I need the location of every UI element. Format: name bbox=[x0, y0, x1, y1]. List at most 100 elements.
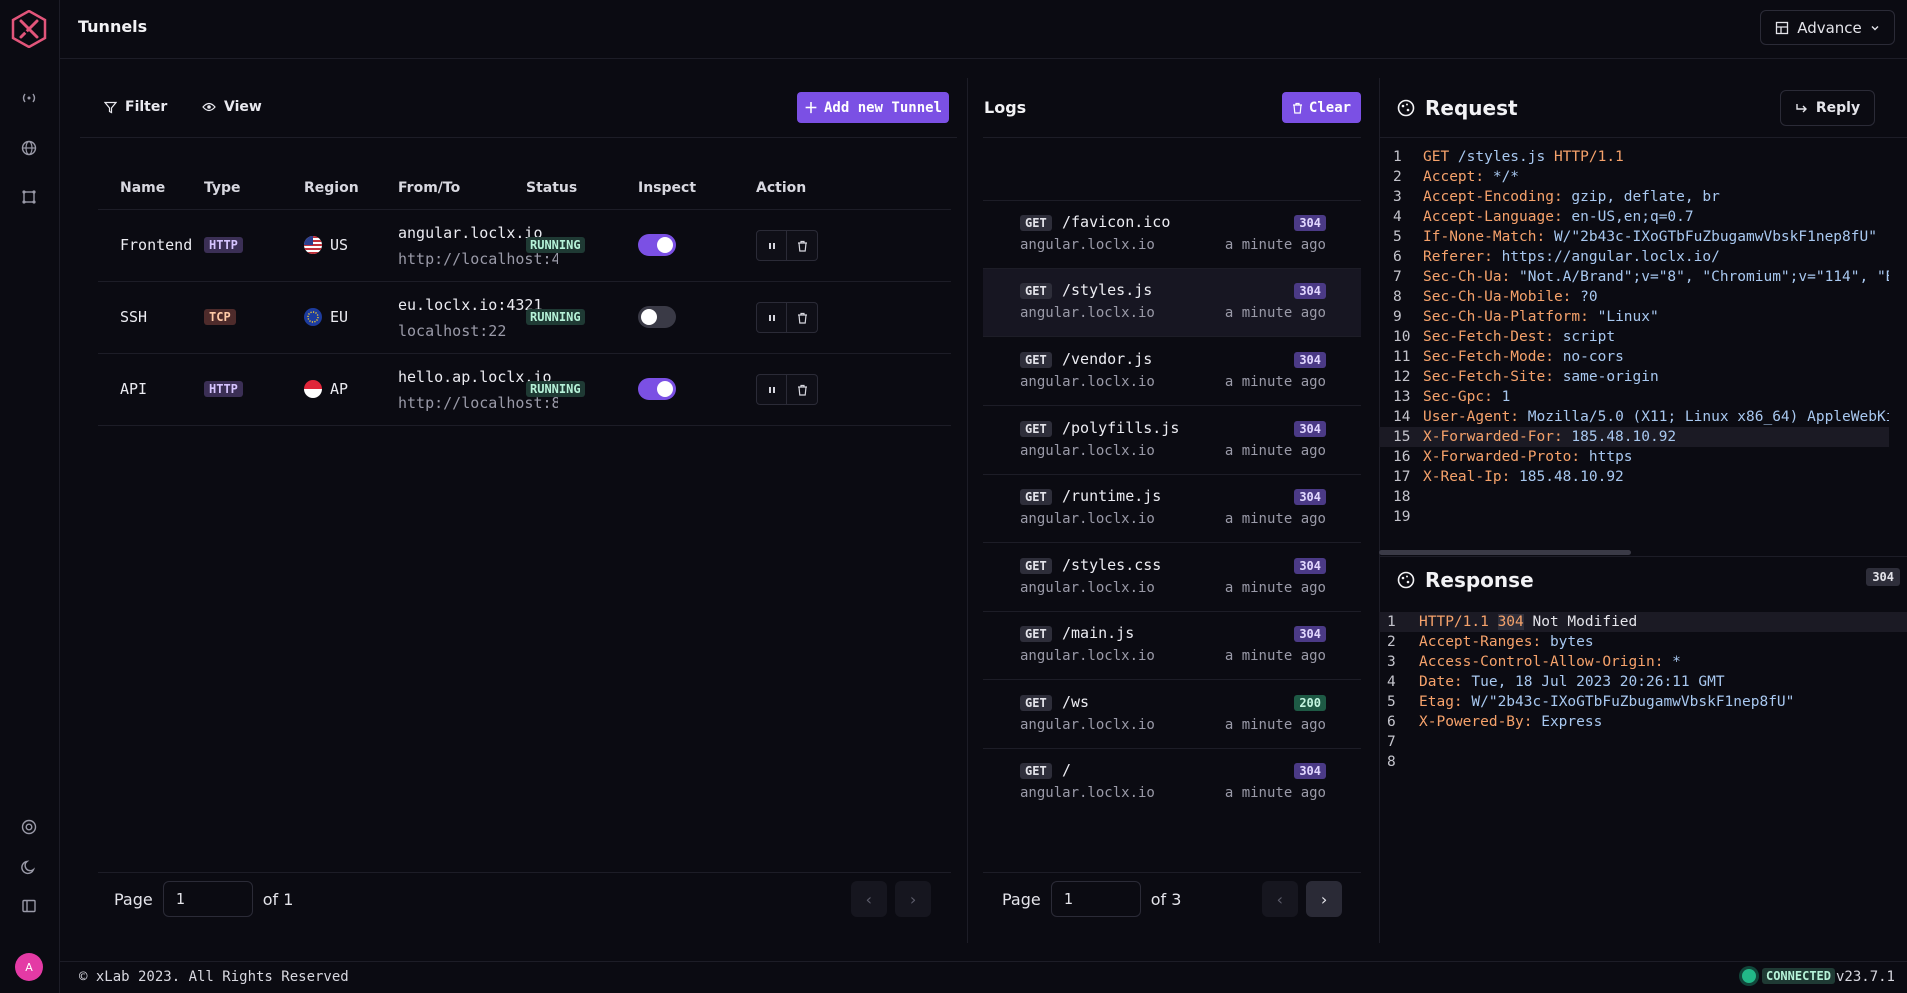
add-new-tunnel-button[interactable]: ＋ Add new Tunnel bbox=[797, 92, 949, 123]
code-line: 16 X-Forwarded-Proto: https bbox=[1393, 449, 1633, 465]
panel-divider bbox=[967, 78, 968, 943]
code-line: 7 bbox=[1387, 734, 1396, 750]
tunnels-pager: Page 1 of 1 bbox=[114, 881, 293, 917]
moon-icon[interactable] bbox=[18, 856, 40, 878]
type-badge: HTTP bbox=[204, 237, 243, 253]
pause-button[interactable] bbox=[756, 302, 787, 333]
method-badge: GET bbox=[1020, 763, 1052, 779]
code-line-highlighted: 1 HTTP/1.1 304 Not Modified bbox=[1379, 612, 1907, 632]
pause-icon bbox=[768, 314, 775, 321]
code-line: 6 Referer: https://angular.loclx.io/ bbox=[1393, 249, 1720, 265]
chevron-down-icon bbox=[1871, 25, 1879, 30]
row-actions bbox=[756, 374, 818, 405]
sidebar-toggle-icon[interactable] bbox=[18, 895, 40, 917]
status-code-badge: 304 bbox=[1294, 763, 1326, 779]
advance-mode-button[interactable]: Advance bbox=[1760, 10, 1895, 45]
response-code-badge: 304 bbox=[1866, 568, 1900, 586]
log-item[interactable]: GET /styles.css angular.loclx.io 304 a m… bbox=[983, 544, 1361, 612]
page-number-input[interactable]: 1 bbox=[162, 881, 253, 917]
log-path: /styles.js bbox=[1062, 281, 1153, 299]
broadcast-icon[interactable] bbox=[18, 87, 40, 109]
logs-divider bbox=[983, 137, 1361, 138]
us-flag-icon bbox=[304, 236, 322, 254]
log-time: a minute ago bbox=[1224, 785, 1326, 801]
code-line: 12 Sec-Fetch-Site: same-origin bbox=[1393, 369, 1659, 385]
inspect-toggle[interactable] bbox=[638, 306, 676, 328]
reply-button[interactable]: Reply bbox=[1780, 90, 1875, 126]
request-panel: Request Reply 1 GET /styles.js HTTP/1.1 2… bbox=[1379, 78, 1907, 553]
log-item[interactable]: GET /polyfills.js angular.loclx.io 304 a… bbox=[983, 407, 1361, 475]
type-badge: HTTP bbox=[204, 381, 243, 397]
logs-title: Logs bbox=[984, 98, 1027, 117]
log-item[interactable]: GET /vendor.js angular.loclx.io 304 a mi… bbox=[983, 338, 1361, 406]
method-badge: GET bbox=[1020, 421, 1052, 437]
table-row[interactable]: API HTTP AP hello.ap.loclx.io http://loc… bbox=[98, 354, 951, 426]
inspect-toggle[interactable] bbox=[638, 234, 676, 256]
log-item[interactable]: GET /favicon.ico angular.loclx.io 304 a … bbox=[983, 201, 1361, 269]
type-badge: TCP bbox=[204, 309, 236, 325]
version-label: v23.7.1 bbox=[1835, 969, 1895, 985]
pause-button[interactable] bbox=[756, 374, 787, 405]
status-badge: RUNNING bbox=[526, 309, 585, 325]
filter-button[interactable]: Filter bbox=[104, 92, 167, 122]
trash-icon bbox=[1292, 102, 1302, 114]
column-header: Name bbox=[120, 180, 166, 196]
log-item[interactable]: GET /main.js angular.loclx.io 304 a minu… bbox=[983, 612, 1361, 680]
help-lifebuoy-icon[interactable] bbox=[18, 816, 40, 838]
page-number-input[interactable]: 1 bbox=[1050, 881, 1141, 917]
connection-status: CONNECTED bbox=[1741, 968, 1835, 984]
column-header: Action bbox=[756, 180, 807, 196]
sg-flag-icon bbox=[304, 380, 322, 398]
delete-button[interactable] bbox=[787, 302, 818, 333]
status-badge: RUNNING bbox=[526, 237, 585, 253]
method-badge: GET bbox=[1020, 352, 1052, 368]
horizontal-scrollbar[interactable] bbox=[1379, 550, 1631, 555]
reply-icon bbox=[1796, 104, 1807, 113]
view-button[interactable]: View bbox=[202, 92, 262, 122]
table-row[interactable]: SSH TCP EU eu.loclx.io:4321 localhost:22… bbox=[98, 282, 951, 354]
next-page-button[interactable]: › bbox=[895, 881, 931, 917]
next-page-button[interactable]: › bbox=[1306, 881, 1342, 917]
code-line: 4 Date: Tue, 18 Jul 2023 20:26:11 GMT bbox=[1387, 674, 1725, 690]
method-badge: GET bbox=[1020, 283, 1052, 299]
app-logo[interactable] bbox=[10, 9, 48, 49]
status-code-badge: 200 bbox=[1294, 695, 1326, 711]
log-host: angular.loclx.io bbox=[1020, 237, 1155, 253]
clear-logs-button[interactable]: Clear bbox=[1282, 92, 1361, 123]
method-badge: GET bbox=[1020, 489, 1052, 505]
tunnels-table-header: Name Type Region From/To Status Inspect … bbox=[98, 170, 951, 210]
code-line: 5 If-None-Match: W/"2b43c-IXoGTbFuZbugamw… bbox=[1393, 229, 1877, 245]
chevron-left-icon: ‹ bbox=[1275, 889, 1285, 909]
code-line: 19 bbox=[1393, 509, 1411, 525]
delete-button[interactable] bbox=[787, 374, 818, 405]
log-item[interactable]: GET /styles.js angular.loclx.io 304 a mi… bbox=[983, 269, 1361, 337]
log-item[interactable]: GET /ws angular.loclx.io 200 a minute ag… bbox=[983, 681, 1361, 749]
inspect-toggle[interactable] bbox=[638, 378, 676, 400]
code-line: 2 Accept: */* bbox=[1393, 169, 1520, 185]
code-line: 3 Accept-Encoding: gzip, deflate, br bbox=[1393, 189, 1720, 205]
delete-button[interactable] bbox=[787, 230, 818, 261]
log-item[interactable]: GET / angular.loclx.io 304 a minute ago bbox=[983, 749, 1361, 817]
code-line-highlighted: 15 X-Forwarded-For: 185.48.10.92 bbox=[1379, 427, 1889, 447]
log-item[interactable]: GET /runtime.js angular.loclx.io 304 a m… bbox=[983, 475, 1361, 543]
user-avatar[interactable]: A bbox=[15, 953, 43, 981]
frame-icon[interactable] bbox=[18, 186, 40, 208]
method-badge: GET bbox=[1020, 626, 1052, 642]
eye-icon bbox=[202, 102, 216, 112]
method-badge: GET bbox=[1020, 695, 1052, 711]
tunnel-name: API bbox=[120, 380, 148, 398]
column-header: Status bbox=[526, 180, 578, 196]
prev-page-button[interactable]: ‹ bbox=[1262, 881, 1298, 917]
sidebar: A bbox=[0, 0, 60, 993]
log-host: angular.loclx.io bbox=[1020, 443, 1155, 459]
prev-page-button[interactable]: ‹ bbox=[851, 881, 887, 917]
table-row[interactable]: Frontend HTTP US angular.loclx.io http:/… bbox=[98, 210, 951, 282]
code-line: 6 X-Powered-By: Express bbox=[1387, 714, 1603, 730]
page-total: of 1 bbox=[262, 889, 294, 909]
log-host: angular.loclx.io bbox=[1020, 305, 1155, 321]
region-code: US bbox=[330, 236, 349, 254]
globe-icon[interactable] bbox=[18, 137, 40, 159]
page-label: Page bbox=[114, 889, 153, 909]
pause-button[interactable] bbox=[756, 230, 787, 261]
status-dot-icon bbox=[1741, 969, 1756, 983]
